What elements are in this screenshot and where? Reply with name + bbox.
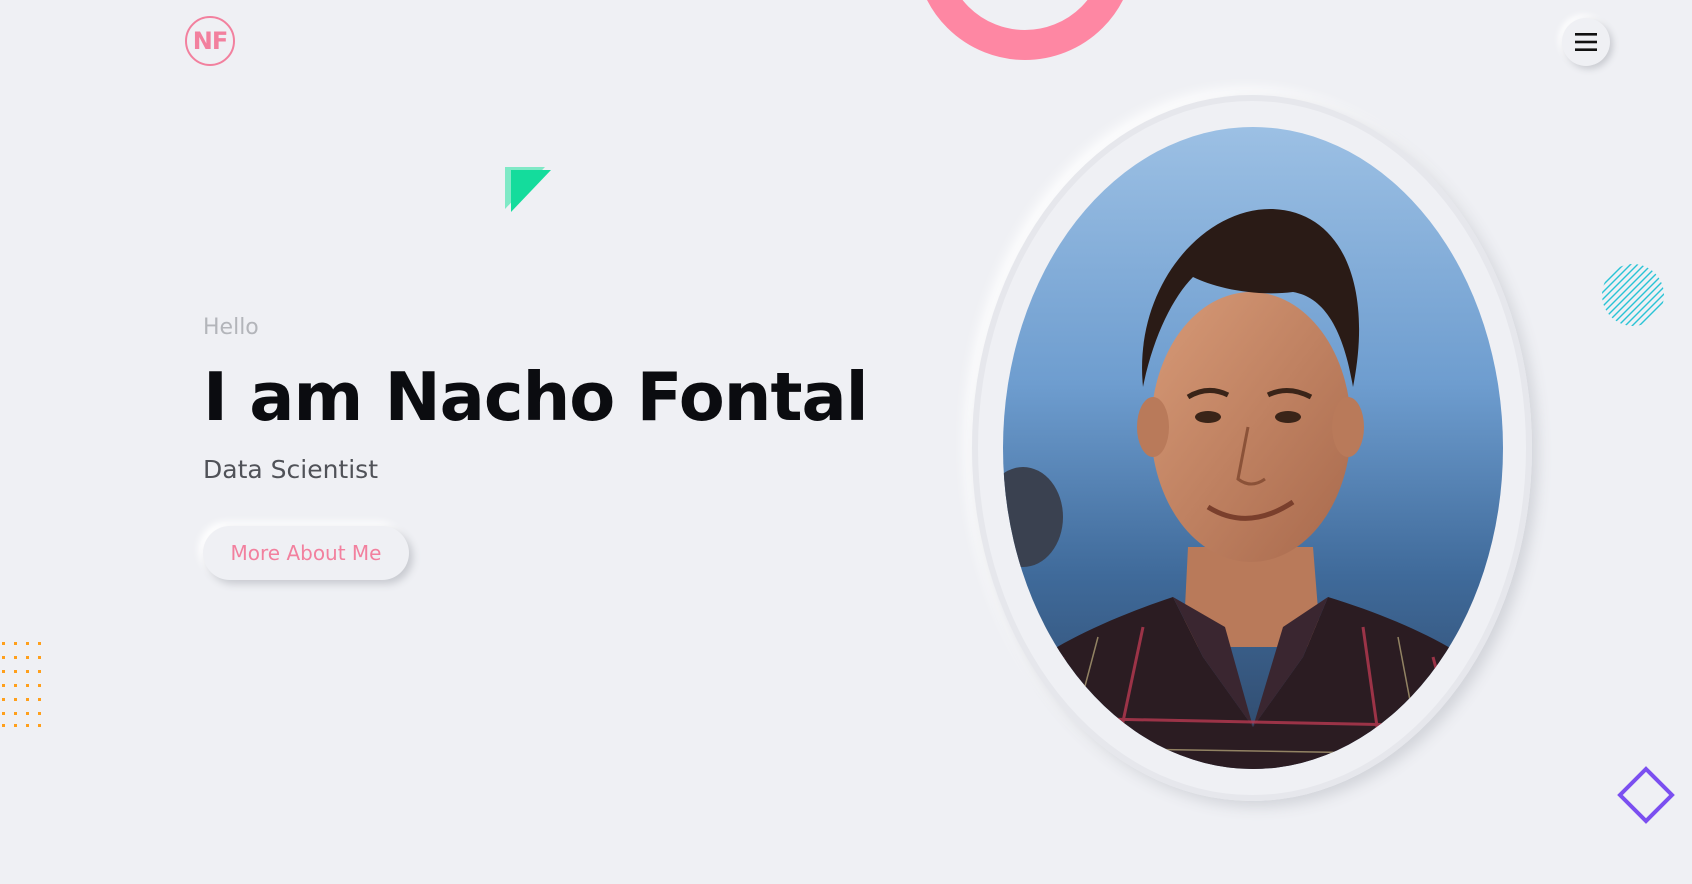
role-subtitle: Data Scientist [203,455,378,484]
profile-photo [1003,127,1503,769]
decorative-diamond [1617,766,1675,824]
decorative-striped-circle [1602,264,1664,326]
decorative-ring [915,0,1135,60]
decorative-dot-grid [2,642,41,727]
greeting-text: Hello [203,315,259,340]
logo[interactable]: NF [185,16,235,66]
hero-title: I am Nacho Fontal [203,358,869,436]
more-about-me-button[interactable]: More About Me [203,526,409,580]
menu-button[interactable] [1562,18,1610,66]
decorative-triangle [505,167,551,212]
hamburger-icon [1575,33,1597,51]
